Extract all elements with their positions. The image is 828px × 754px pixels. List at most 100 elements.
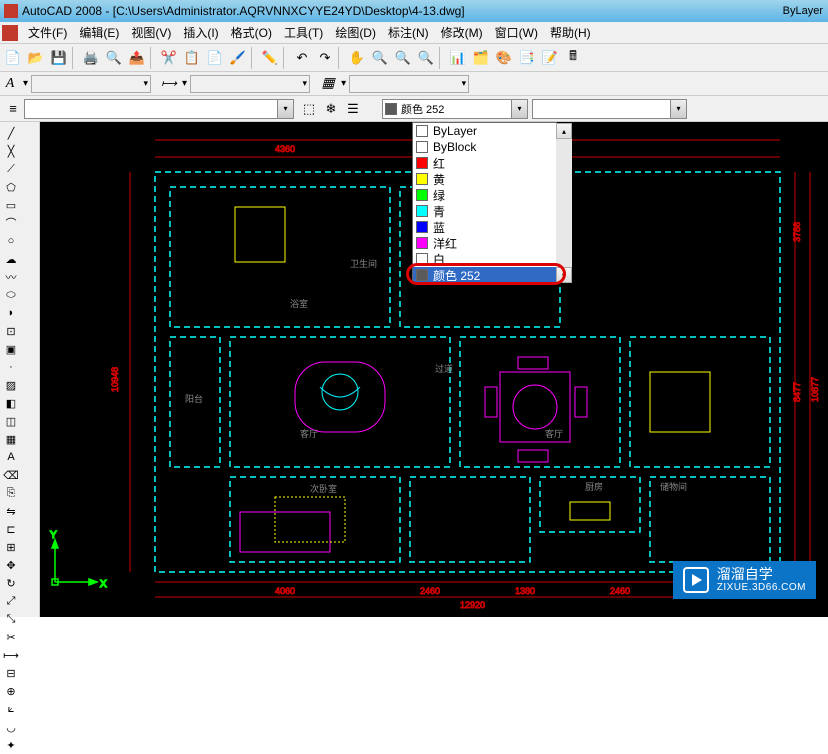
break-tool[interactable]: ⊟: [3, 665, 20, 682]
zoom-rt-button[interactable]: 🔍: [369, 47, 391, 69]
drawing-canvas[interactable]: 4360 4060 2460 1380 2460 12920 10948 378…: [40, 122, 828, 617]
offset-tool[interactable]: ⊏: [3, 521, 20, 538]
menu-file[interactable]: 文件(F): [22, 22, 73, 43]
scroll-up-icon[interactable]: ▴: [556, 123, 572, 139]
menu-view[interactable]: 视图(V): [125, 22, 177, 43]
circle-tool[interactable]: ○: [3, 233, 20, 250]
preview-button[interactable]: 🔍: [103, 47, 125, 69]
dimstyle-picker[interactable]: ▾: [190, 75, 310, 93]
tablestyle-picker[interactable]: ▾: [349, 75, 469, 93]
undo-button[interactable]: ↶: [291, 47, 313, 69]
stretch-tool[interactable]: ⤡: [3, 611, 20, 628]
layer-tool1[interactable]: ⬚: [298, 98, 320, 120]
join-tool[interactable]: ⊕: [3, 683, 20, 700]
block-tool[interactable]: ▣: [3, 341, 20, 358]
layerprops-button[interactable]: ≡: [2, 98, 24, 120]
menu-help[interactable]: 帮助(H): [544, 22, 597, 43]
calc-button[interactable]: 🖩: [562, 47, 584, 69]
extend-tool[interactable]: ⟼: [3, 647, 20, 664]
color-option[interactable]: 红: [413, 155, 556, 171]
color-option[interactable]: 黄: [413, 171, 556, 187]
open-button[interactable]: 📂: [25, 47, 47, 69]
mirror-tool[interactable]: ⇋: [3, 503, 20, 520]
textstyle-drop[interactable]: ▾: [20, 78, 31, 89]
cut-button[interactable]: ✂️: [158, 47, 180, 69]
zoom-prev-button[interactable]: 🔍: [415, 47, 437, 69]
menu-app-icon[interactable]: [2, 25, 18, 41]
print-button[interactable]: 🖨️: [80, 47, 102, 69]
xline-tool[interactable]: ╳: [3, 143, 20, 160]
textstyle-picker[interactable]: ▾: [31, 75, 151, 93]
revcloud-tool[interactable]: ☁: [3, 251, 20, 268]
erase-tool[interactable]: ⌫: [3, 467, 20, 484]
gradient-tool[interactable]: ◧: [3, 395, 20, 412]
menu-insert[interactable]: 插入(I): [177, 22, 224, 43]
brush-button[interactable]: ✏️: [259, 47, 281, 69]
menu-tools[interactable]: 工具(T): [278, 22, 329, 43]
trim-tool[interactable]: ✂: [3, 629, 20, 646]
redo-button[interactable]: ↷: [314, 47, 336, 69]
paste-button[interactable]: 📄: [204, 47, 226, 69]
fillet-tool[interactable]: ◡: [3, 719, 20, 736]
color-option[interactable]: 洋红: [413, 235, 556, 251]
color-option[interactable]: ByBlock: [413, 139, 556, 155]
table-tool[interactable]: ▦: [3, 431, 20, 448]
menu-edit[interactable]: 编辑(E): [73, 22, 125, 43]
svg-text:3788: 3788: [792, 222, 802, 242]
styles-toolbar: A ▾ ▾ ⟼ ▾ ▾ ▦ ▾ ▾: [0, 72, 828, 96]
menu-dimension[interactable]: 标注(N): [382, 22, 435, 43]
point-tool[interactable]: ·: [3, 359, 20, 376]
props-button[interactable]: 📊: [447, 47, 469, 69]
rect-tool[interactable]: ▭: [3, 197, 20, 214]
color-option[interactable]: 白: [413, 251, 556, 267]
ellipsearc-tool[interactable]: ◗: [3, 305, 20, 322]
array-tool[interactable]: ⊞: [3, 539, 20, 556]
copy-tool[interactable]: ⎘: [3, 485, 20, 502]
explode-tool[interactable]: ✦: [3, 737, 20, 754]
dropdown-scrollbar[interactable]: ▴ ▾: [556, 123, 572, 283]
layer-tool2[interactable]: ❄: [320, 98, 342, 120]
menu-draw[interactable]: 绘图(D): [329, 22, 382, 43]
scale-tool[interactable]: ⤢: [3, 593, 20, 610]
region-tool[interactable]: ◫: [3, 413, 20, 430]
tool-palette-button[interactable]: 🎨: [493, 47, 515, 69]
new-button[interactable]: 📄: [2, 47, 24, 69]
color-option[interactable]: 绿: [413, 187, 556, 203]
dc-button[interactable]: 🗂️: [470, 47, 492, 69]
color-dropdown[interactable]: 颜色 252 ▾: [382, 99, 528, 119]
polygon-tool[interactable]: ⬠: [3, 179, 20, 196]
mtext-tool[interactable]: A: [3, 449, 20, 466]
insert-tool[interactable]: ⊡: [3, 323, 20, 340]
layer-tool3[interactable]: ☰: [342, 98, 364, 120]
copy-button[interactable]: 📋: [181, 47, 203, 69]
zoom-win-button[interactable]: 🔍: [392, 47, 414, 69]
scroll-down-icon[interactable]: ▾: [556, 267, 572, 283]
menu-modify[interactable]: 修改(M): [435, 22, 489, 43]
menu-format[interactable]: 格式(O): [225, 22, 278, 43]
pan-button[interactable]: ✋: [346, 47, 368, 69]
ellipse-tool[interactable]: ⬭: [3, 287, 20, 304]
hatch-tool[interactable]: ▨: [3, 377, 20, 394]
move-tool[interactable]: ✥: [3, 557, 20, 574]
color-option[interactable]: ByLayer: [413, 123, 556, 139]
arc-tool[interactable]: ⌒: [3, 215, 20, 232]
color-dropdown-popup[interactable]: ▴ ▾ ByLayerByBlock红黄绿青蓝洋红白颜色 252: [412, 122, 557, 284]
layer-dropdown[interactable]: ▾: [24, 99, 294, 119]
pline-tool[interactable]: ⟋: [3, 161, 20, 178]
color-option[interactable]: 颜色 252: [413, 267, 556, 283]
color-option[interactable]: 蓝: [413, 219, 556, 235]
markup-button[interactable]: 📝: [539, 47, 561, 69]
publish-button[interactable]: 📤: [126, 47, 148, 69]
menu-window[interactable]: 窗口(W): [489, 22, 544, 43]
chamfer-tool[interactable]: ⟀: [3, 701, 20, 718]
spline-tool[interactable]: 〰: [3, 269, 20, 286]
color-option[interactable]: 青: [413, 203, 556, 219]
tablestyle-drop[interactable]: ▾: [338, 78, 349, 89]
save-button[interactable]: 💾: [48, 47, 70, 69]
line-tool[interactable]: ╱: [3, 125, 20, 142]
sheet-button[interactable]: 📑: [516, 47, 538, 69]
linetype-dropdown[interactable]: ▾: [532, 99, 687, 119]
dimstyle-drop[interactable]: ▾: [179, 78, 190, 89]
match-button[interactable]: 🖌️: [227, 47, 249, 69]
rotate-tool[interactable]: ↻: [3, 575, 20, 592]
